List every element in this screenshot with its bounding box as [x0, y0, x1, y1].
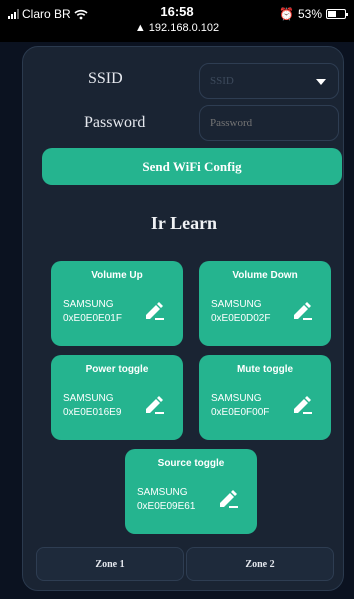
battery-icon: [326, 9, 348, 19]
ssid-placeholder: SSID: [210, 75, 234, 87]
card-brand: SAMSUNG: [63, 393, 114, 404]
status-right: ⏰ 53%: [279, 7, 348, 21]
tab-zone-1[interactable]: Zone 1: [36, 547, 184, 581]
card-code: 0xE0E09E61: [137, 501, 196, 512]
alarm-icon: ⏰: [279, 7, 294, 21]
ssid-select[interactable]: SSID: [199, 63, 339, 99]
url-text: 192.168.0.102: [148, 22, 220, 34]
chevron-down-icon: [316, 79, 326, 85]
ir-card-mute-toggle[interactable]: Mute toggle SAMSUNG 0xE0E0F00F: [199, 355, 331, 440]
ir-card-power-toggle[interactable]: Power toggle SAMSUNG 0xE0E016E9: [51, 355, 183, 440]
card-title: Volume Down: [232, 270, 298, 281]
ssid-label: SSID: [88, 70, 123, 87]
ir-card-volume-up[interactable]: Volume Up SAMSUNG 0xE0E0E01F: [51, 261, 183, 346]
password-label: Password: [84, 114, 146, 131]
battery-percent: 53%: [297, 7, 322, 21]
card-title: Volume Up: [91, 270, 143, 281]
card-code: 0xE0E016E9: [63, 407, 122, 418]
card-title: Power toggle: [85, 364, 149, 375]
zone-tab-bar: Zone 1 Zone 2: [36, 547, 334, 581]
card-brand: SAMSUNG: [137, 487, 188, 498]
lock-triangle-icon: ▲: [134, 22, 146, 34]
pencil-icon[interactable]: [217, 488, 239, 510]
card-code: 0xE0E0F00F: [211, 407, 270, 418]
pencil-icon[interactable]: [291, 300, 313, 322]
address-bar[interactable]: ▲ 192.168.0.102: [0, 22, 354, 34]
card-brand: SAMSUNG: [63, 299, 114, 310]
pencil-icon[interactable]: [291, 394, 313, 416]
send-wifi-config-button[interactable]: Send WiFi Config: [42, 148, 342, 185]
card-title: Source toggle: [157, 458, 225, 469]
pencil-icon[interactable]: [143, 300, 165, 322]
tab-zone-2[interactable]: Zone 2: [186, 547, 334, 581]
ir-card-source-toggle[interactable]: Source toggle SAMSUNG 0xE0E09E61: [125, 449, 257, 534]
battery-fill: [328, 11, 337, 17]
ir-card-volume-down[interactable]: Volume Down SAMSUNG 0xE0E0D02F: [199, 261, 331, 346]
card-title: Mute toggle: [236, 364, 294, 375]
main-panel: SSID SSID Password Send WiFi Config Ir L…: [22, 46, 344, 591]
status-bar: Claro BR 16:58 ▲ 192.168.0.102 ⏰ 53%: [0, 0, 354, 42]
card-brand: SAMSUNG: [211, 393, 262, 404]
section-title: Ir Learn: [150, 213, 218, 233]
card-code: 0xE0E0E01F: [63, 313, 122, 324]
card-brand: SAMSUNG: [211, 299, 262, 310]
pencil-icon[interactable]: [143, 394, 165, 416]
password-input[interactable]: [199, 105, 339, 141]
card-code: 0xE0E0D02F: [211, 313, 271, 324]
